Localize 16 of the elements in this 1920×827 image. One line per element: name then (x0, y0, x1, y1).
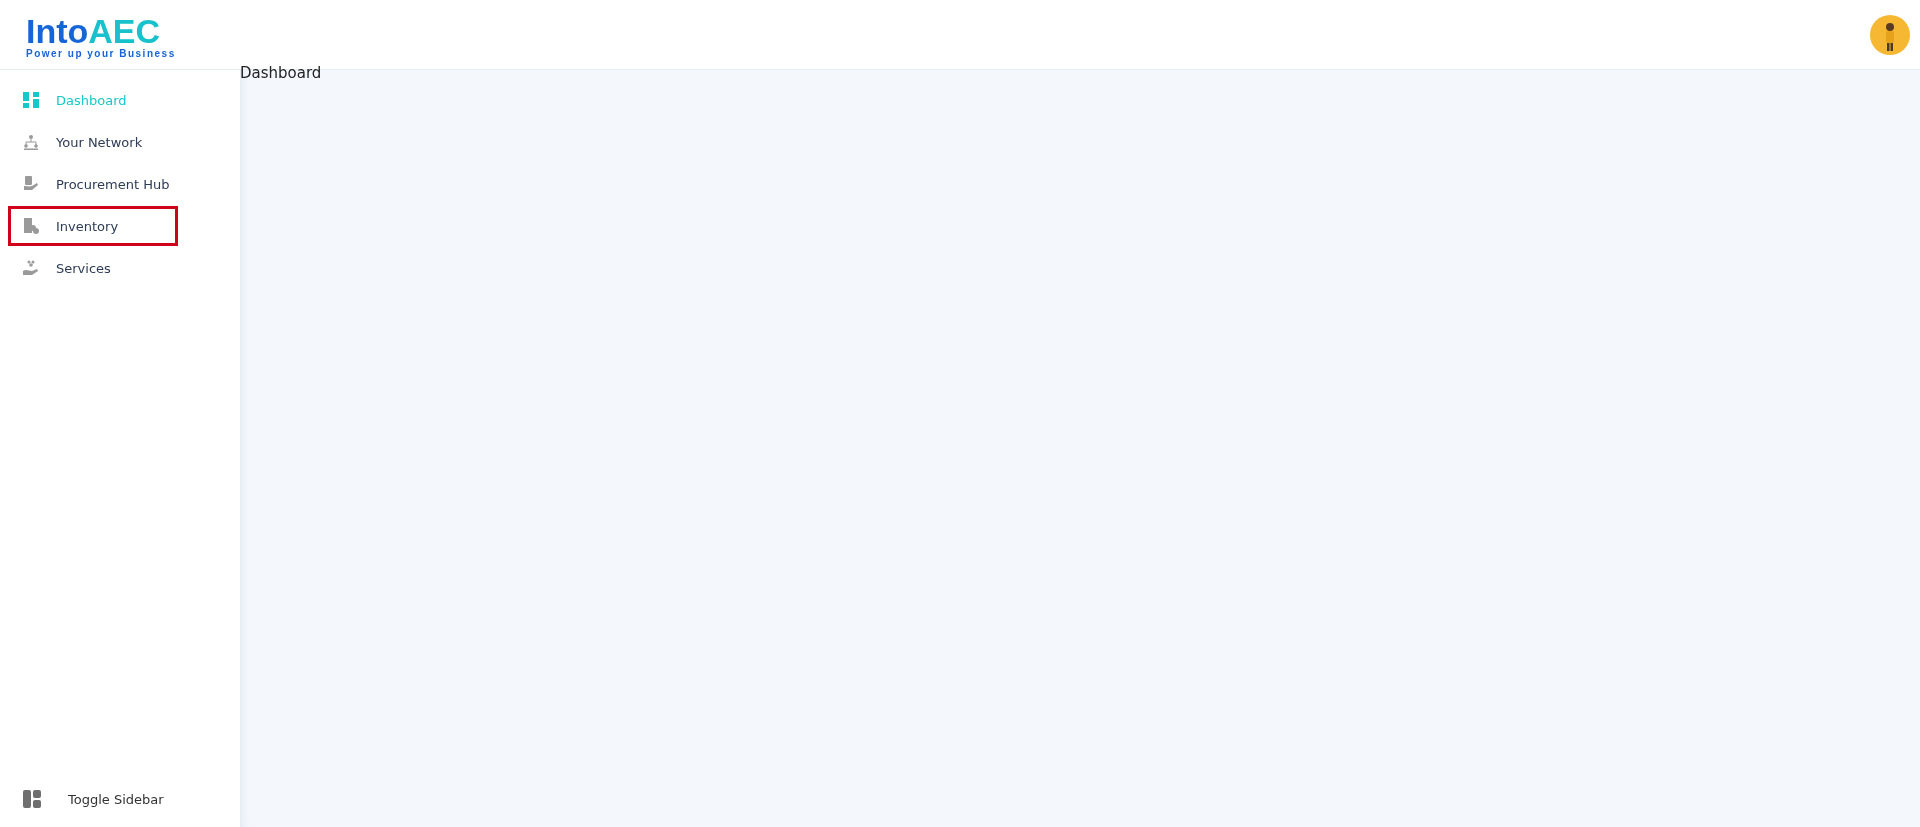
inventory-icon (23, 218, 39, 234)
logo-text: AEC (88, 14, 161, 48)
sidebar-layout-icon (23, 790, 41, 808)
logo-text: Into (26, 14, 89, 48)
hand-service-icon (23, 260, 39, 276)
dashboard-icon (23, 92, 39, 108)
hand-document-icon (23, 176, 39, 192)
network-icon (23, 134, 39, 150)
toggle-sidebar-button[interactable]: Toggle Sidebar (0, 779, 240, 819)
page-title: Dashboard (240, 64, 322, 82)
sidebar-item[interactable]: Your Network (8, 122, 232, 162)
sidebar-item[interactable]: Services (8, 248, 232, 288)
sidebar-item[interactable]: Inventory (8, 206, 178, 246)
avatar[interactable] (1870, 14, 1910, 55)
sidebar-item[interactable]: Procurement Hub (8, 164, 232, 204)
logo-tagline: Power up your Business (26, 48, 176, 59)
